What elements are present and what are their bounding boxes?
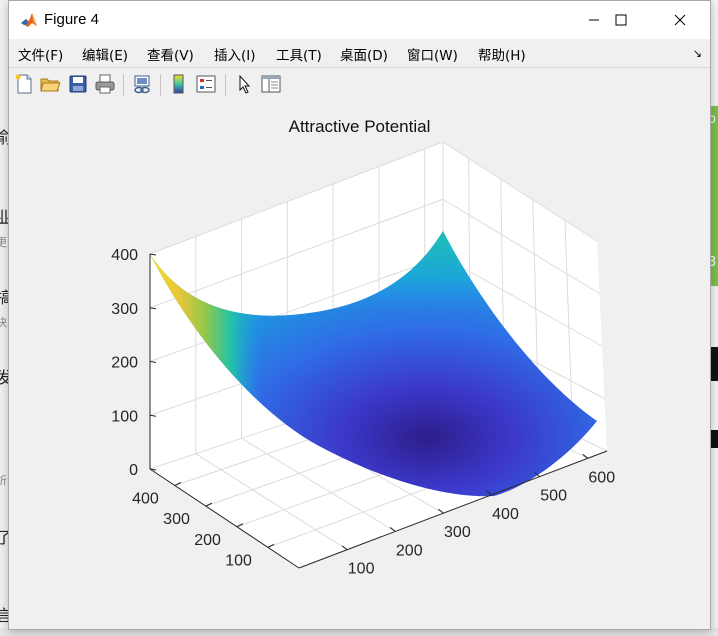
figure-canvas[interactable]: Attractive Potential 0 100 200 300 400 1…	[9, 101, 710, 629]
menu-overflow-arrow-icon[interactable]: ↘	[693, 47, 702, 60]
toolbar-separator	[123, 74, 124, 96]
menu-tools[interactable]: 工具(T)	[276, 44, 322, 64]
bg-fragment: 更	[0, 236, 7, 249]
new-figure-icon[interactable]	[13, 73, 35, 95]
menu-desktop[interactable]: 桌面(D)	[340, 44, 388, 64]
colorbar-icon[interactable]	[168, 73, 190, 95]
y-tick-label: 100	[225, 552, 252, 569]
print-icon[interactable]	[94, 73, 116, 95]
bg-fragment: 析	[0, 474, 7, 487]
menu-edit[interactable]: 编辑(E)	[82, 44, 128, 64]
y-tick-label: 400	[132, 491, 159, 508]
y-tick-label: 300	[163, 511, 190, 528]
title-bar[interactable]: Figure 4	[9, 1, 710, 39]
window-title: Figure 4	[44, 11, 100, 28]
x-tick-label: 400	[492, 506, 519, 523]
z-tick-label: 400	[111, 247, 138, 264]
close-icon	[674, 14, 686, 26]
bg-fragment: 块	[0, 316, 7, 329]
save-icon[interactable]	[67, 73, 89, 95]
x-tick-label: 100	[348, 561, 375, 578]
property-inspector-icon[interactable]	[260, 73, 282, 95]
z-tick-label: 200	[111, 355, 138, 372]
close-button[interactable]	[652, 1, 708, 39]
menu-insert[interactable]: 插入(I)	[214, 44, 256, 64]
z-tick-label: 300	[111, 301, 138, 318]
menu-window[interactable]: 窗口(W)	[407, 44, 458, 64]
toolbar	[9, 67, 710, 102]
select-arrow-icon[interactable]	[233, 73, 255, 95]
link-plot-icon[interactable]	[131, 73, 153, 95]
z-tick-label: 0	[129, 462, 138, 479]
x-tick-label: 300	[444, 524, 471, 541]
z-tick-label: 100	[111, 408, 138, 425]
menu-help[interactable]: 帮助(H)	[478, 44, 526, 64]
menu-file[interactable]: 文件(F)	[18, 44, 63, 64]
toolbar-separator	[225, 74, 226, 96]
menu-bar: 文件(F) 编辑(E) 查看(V) 插入(I) 工具(T) 桌面(D) 窗口(W…	[9, 39, 710, 67]
x-tick-label: 600	[588, 469, 615, 486]
matlab-logo-icon	[20, 11, 38, 29]
menu-view[interactable]: 查看(V)	[147, 44, 194, 64]
maximize-icon	[615, 14, 627, 26]
maximize-button[interactable]	[593, 1, 649, 39]
legend-icon[interactable]	[195, 73, 217, 95]
x-tick-label: 500	[540, 488, 567, 505]
surface-plot[interactable]: 0100200300400100200300400500600100200300…	[9, 101, 710, 629]
y-tick-label: 200	[194, 532, 221, 549]
screen: 俞 业 更 搞 块 发 析 了 言 o 3 Figure 4 文件(F) 编辑(…	[0, 0, 718, 636]
toolbar-separator	[160, 74, 161, 96]
figure-window: Figure 4 文件(F) 编辑(E) 查看(V) 插入(I) 工具(T) 桌…	[8, 0, 711, 630]
open-file-icon[interactable]	[39, 73, 61, 95]
x-tick-label: 200	[396, 542, 423, 559]
